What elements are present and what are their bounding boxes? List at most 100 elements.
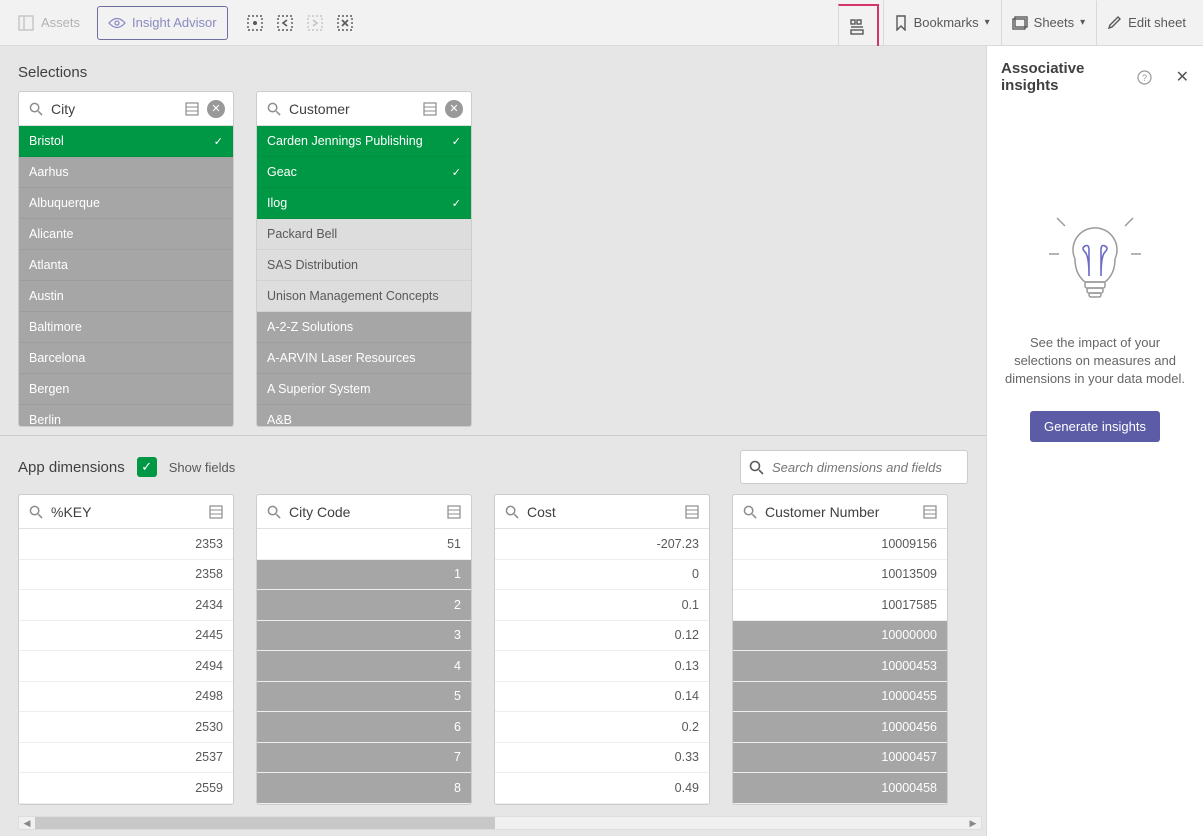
dimension-item[interactable]: 0 [495,560,709,591]
dimension-item[interactable]: 8 [257,773,471,804]
listbox-item[interactable]: A-ARVIN Laser Resources [257,343,471,374]
dimension-item[interactable]: 10000458 [733,773,947,804]
selections-tool-button[interactable] [838,4,879,50]
dimension-item[interactable]: 2530 [19,712,233,743]
clear-selection-icon[interactable]: ✕ [207,100,225,118]
step-back-icon[interactable] [272,10,298,36]
table-icon[interactable] [683,503,701,521]
scroll-left-arrow[interactable]: ◀ [19,817,35,829]
dimension-item[interactable]: 10009156 [733,529,947,560]
table-icon[interactable] [207,503,225,521]
generate-insights-button[interactable]: Generate insights [1030,411,1160,442]
sheets-button[interactable]: Sheets ▾ [1001,0,1097,46]
dimension-item[interactable]: 0.2 [495,712,709,743]
dimension-item[interactable]: 2353 [19,529,233,560]
search-icon[interactable] [741,503,759,521]
dimension-item[interactable]: 6 [257,712,471,743]
table-icon[interactable] [183,100,201,118]
toolbar-right: Bookmarks ▾ Sheets ▾ Edit sheet [838,0,1197,46]
listbox-item[interactable]: Baltimore [19,312,233,343]
dimension-cards-row: %KEY235323582434244524942498253025372559… [0,494,986,809]
listbox-item[interactable]: Austin [19,281,233,312]
listbox-item[interactable]: Unison Management Concepts [257,281,471,312]
assets-button[interactable]: Assets [6,6,91,40]
step-forward-icon[interactable] [302,10,328,36]
dimension-item[interactable]: 10000457 [733,743,947,774]
listbox-item[interactable]: A-2-Z Solutions [257,312,471,343]
listbox-item[interactable]: Ilog✓ [257,188,471,219]
dimension-card: Customer Number1000915610013509100175851… [732,494,948,805]
dimension-item[interactable]: 2498 [19,682,233,713]
dimension-item[interactable]: 3 [257,621,471,652]
close-panel-icon[interactable]: ✕ [1176,67,1189,87]
dimension-item[interactable]: 10000000 [733,621,947,652]
selection-card: Customer✕Carden Jennings Publishing✓Geac… [256,91,472,427]
scroll-thumb[interactable] [35,817,495,829]
listbox: Carden Jennings Publishing✓Geac✓Ilog✓Pac… [257,126,471,426]
search-icon[interactable] [265,503,283,521]
dimension-item[interactable]: 0.49 [495,773,709,804]
search-icon[interactable] [265,100,283,118]
dimension-item[interactable]: 5 [257,682,471,713]
dimension-card-header: City Code [257,495,471,529]
dimension-item[interactable]: 10013509 [733,560,947,591]
dimension-item[interactable]: 0.1 [495,590,709,621]
dimension-item[interactable]: 10017585 [733,590,947,621]
listbox-item[interactable]: Berlin [19,405,233,426]
scroll-track[interactable] [35,817,965,829]
show-fields-checkbox[interactable]: ✓ [137,457,157,477]
dimension-item[interactable]: 10000455 [733,682,947,713]
listbox-item[interactable]: A&B [257,405,471,426]
scroll-right-arrow[interactable]: ▶ [965,817,981,829]
dimension-item[interactable]: 2 [257,590,471,621]
search-icon[interactable] [27,100,45,118]
horizontal-scrollbar[interactable]: ◀ ▶ [18,816,982,830]
listbox-item[interactable]: Carden Jennings Publishing✓ [257,126,471,157]
search-dimensions-box[interactable] [740,450,968,484]
listbox-item[interactable]: Geac✓ [257,157,471,188]
help-icon[interactable]: ? [1137,70,1152,85]
table-icon[interactable] [445,503,463,521]
listbox-item[interactable]: Albuquerque [19,188,233,219]
insight-advisor-button[interactable]: Insight Advisor [97,6,228,40]
dimension-item[interactable]: 4 [257,651,471,682]
listbox-item[interactable]: Bristol✓ [19,126,233,157]
dimension-item[interactable]: 2559 [19,773,233,804]
edit-sheet-button[interactable]: Edit sheet [1096,0,1197,46]
dimension-item[interactable]: 51 [257,529,471,560]
listbox-item[interactable]: Barcelona [19,343,233,374]
dimension-item[interactable]: 10000453 [733,651,947,682]
dimension-card-header: Customer Number [733,495,947,529]
dimension-item[interactable]: 2358 [19,560,233,591]
bookmarks-button[interactable]: Bookmarks ▾ [883,0,1001,46]
smart-select-icon[interactable] [242,10,268,36]
dimension-item[interactable]: 7 [257,743,471,774]
dimension-item[interactable]: 0.13 [495,651,709,682]
clear-selection-icon[interactable]: ✕ [445,100,463,118]
dimension-item[interactable]: -207.23 [495,529,709,560]
listbox-item[interactable]: Packard Bell [257,219,471,250]
listbox-item[interactable]: SAS Distribution [257,250,471,281]
dimension-item[interactable]: 0.14 [495,682,709,713]
dimension-item[interactable]: 1 [257,560,471,591]
search-icon[interactable] [503,503,521,521]
dimension-item[interactable]: 2434 [19,590,233,621]
dimension-item[interactable]: 10000456 [733,712,947,743]
dimension-list: 1000915610013509100175851000000010000453… [733,529,947,804]
dimension-item[interactable]: 0.12 [495,621,709,652]
clear-all-icon[interactable] [332,10,358,36]
table-icon[interactable] [421,100,439,118]
search-dimensions-input[interactable] [770,459,959,476]
dimension-item[interactable]: 2494 [19,651,233,682]
listbox-item[interactable]: Bergen [19,374,233,405]
dimension-item[interactable]: 0.33 [495,743,709,774]
listbox-item[interactable]: Alicante [19,219,233,250]
table-icon[interactable] [921,503,939,521]
selection-card-header: Customer✕ [257,92,471,126]
listbox-item[interactable]: A Superior System [257,374,471,405]
dimension-item[interactable]: 2537 [19,743,233,774]
search-icon[interactable] [27,503,45,521]
listbox-item[interactable]: Atlanta [19,250,233,281]
dimension-item[interactable]: 2445 [19,621,233,652]
listbox-item[interactable]: Aarhus [19,157,233,188]
